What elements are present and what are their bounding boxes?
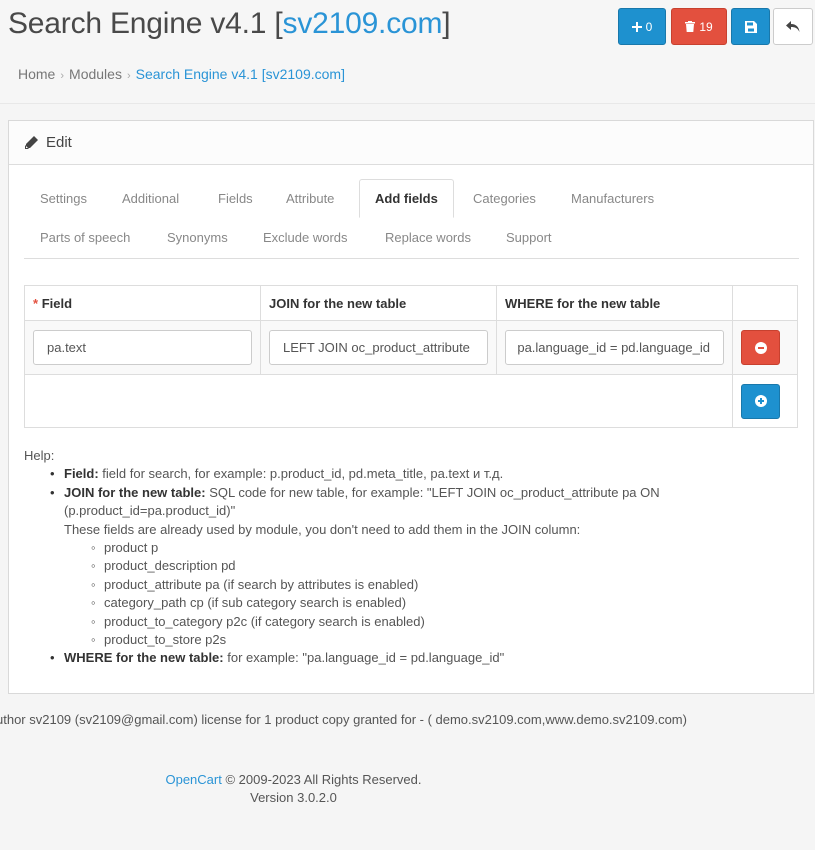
page-header: Search Engine v4.1 [sv2109.com] 0 19 Hom… — [0, 0, 815, 104]
tab-attribute[interactable]: Attribute — [286, 191, 334, 206]
list-item: WHERE for the new table: for example: "p… — [24, 649, 804, 668]
list-item: category_path cp (if sub category search… — [64, 594, 804, 613]
table-header-row: * Field JOIN for the new table WHERE for… — [24, 285, 798, 321]
list-item: product_to_category p2c (if category sea… — [64, 613, 804, 632]
join-note: These fields are already used by module,… — [64, 521, 581, 537]
tab-additional[interactable]: Additional — [122, 191, 179, 206]
column-header-action — [732, 285, 798, 321]
list-item: Field: field for search, for example: p.… — [24, 465, 804, 484]
version-text: Version 3.0.2.0 — [250, 790, 337, 805]
join-sublist: product p product_description pd product… — [64, 539, 804, 650]
tab-manufacturers[interactable]: Manufacturers — [571, 191, 654, 206]
table-row: pa.text LEFT JOIN oc_product_attribute p… — [24, 320, 798, 375]
trash-icon — [685, 21, 696, 32]
tab-synonyms[interactable]: Synonyms — [167, 230, 228, 245]
breadcrumb-separator: › — [126, 70, 131, 82]
tab-bar: Settings Additional Fields Attribute Add… — [24, 179, 799, 259]
list-item: product_attribute pa (if search by attri… — [64, 576, 804, 595]
list-item: product_description pd — [64, 557, 804, 576]
panel-title: Edit — [46, 134, 72, 151]
where-input[interactable]: pa.language_id = pd.language_id — [505, 330, 724, 365]
title-link[interactable]: sv2109.com — [283, 7, 443, 40]
pencil-icon — [25, 136, 38, 149]
reply-icon — [786, 20, 800, 32]
column-header-join: JOIN for the new table — [260, 285, 497, 321]
field-input[interactable]: pa.text — [33, 330, 252, 365]
table-footer-row — [24, 374, 798, 428]
tab-categories[interactable]: Categories — [473, 191, 536, 206]
breadcrumb-separator: › — [60, 70, 65, 82]
add-button[interactable]: 0 — [618, 8, 666, 45]
license-text: uthor sv2109 (sv2109@gmail.com) license … — [0, 712, 687, 727]
list-item: JOIN for the new table: SQL code for new… — [24, 484, 804, 650]
breadcrumb-current[interactable]: Search Engine v4.1 [sv2109.com] — [136, 66, 345, 82]
help-section: Help: Field: field for search, for examp… — [24, 447, 804, 668]
breadcrumb-home[interactable]: Home — [18, 66, 55, 82]
column-header-field: * Field — [24, 285, 261, 321]
minus-circle-icon — [754, 341, 767, 354]
tab-fields[interactable]: Fields — [218, 191, 253, 206]
help-list: Field: field for search, for example: p.… — [24, 465, 804, 668]
save-button[interactable] — [731, 8, 770, 45]
edit-panel: Edit Settings Additional Fields Attribut… — [8, 120, 814, 694]
opencart-link[interactable]: OpenCart — [165, 772, 221, 787]
page-title: Search Engine v4.1 [sv2109.com] — [8, 7, 451, 40]
help-heading: Help: — [24, 448, 55, 463]
breadcrumb-modules[interactable]: Modules — [69, 66, 122, 82]
tab-exclude-words[interactable]: Exclude words — [263, 230, 348, 245]
add-row-button[interactable] — [741, 383, 780, 419]
plus-circle-icon — [754, 395, 767, 407]
footer: OpenCart © 2009-2023 All Rights Reserved… — [0, 771, 587, 807]
fields-table: * Field JOIN for the new table WHERE for… — [24, 285, 798, 428]
tab-settings[interactable]: Settings — [40, 191, 87, 206]
list-item: product_to_store p2s — [64, 631, 804, 650]
list-item: product p — [64, 539, 804, 558]
back-button[interactable] — [773, 8, 813, 45]
column-header-where: WHERE for the new table — [496, 285, 733, 321]
required-marker: * — [33, 295, 39, 311]
panel-heading: Edit — [9, 121, 813, 165]
delete-button[interactable]: 19 — [671, 8, 727, 45]
tab-add-fields[interactable]: Add fields — [359, 179, 454, 218]
plus-icon — [631, 21, 642, 32]
tab-support[interactable]: Support — [506, 230, 552, 245]
tab-parts-of-speech[interactable]: Parts of speech — [40, 230, 130, 245]
floppy-icon — [744, 20, 757, 33]
remove-row-button[interactable] — [741, 330, 780, 365]
breadcrumb: Home › Modules › Search Engine v4.1 [sv2109.… — [18, 66, 345, 82]
tab-replace-words[interactable]: Replace words — [385, 230, 471, 245]
join-input[interactable]: LEFT JOIN oc_product_attribute — [269, 330, 488, 365]
